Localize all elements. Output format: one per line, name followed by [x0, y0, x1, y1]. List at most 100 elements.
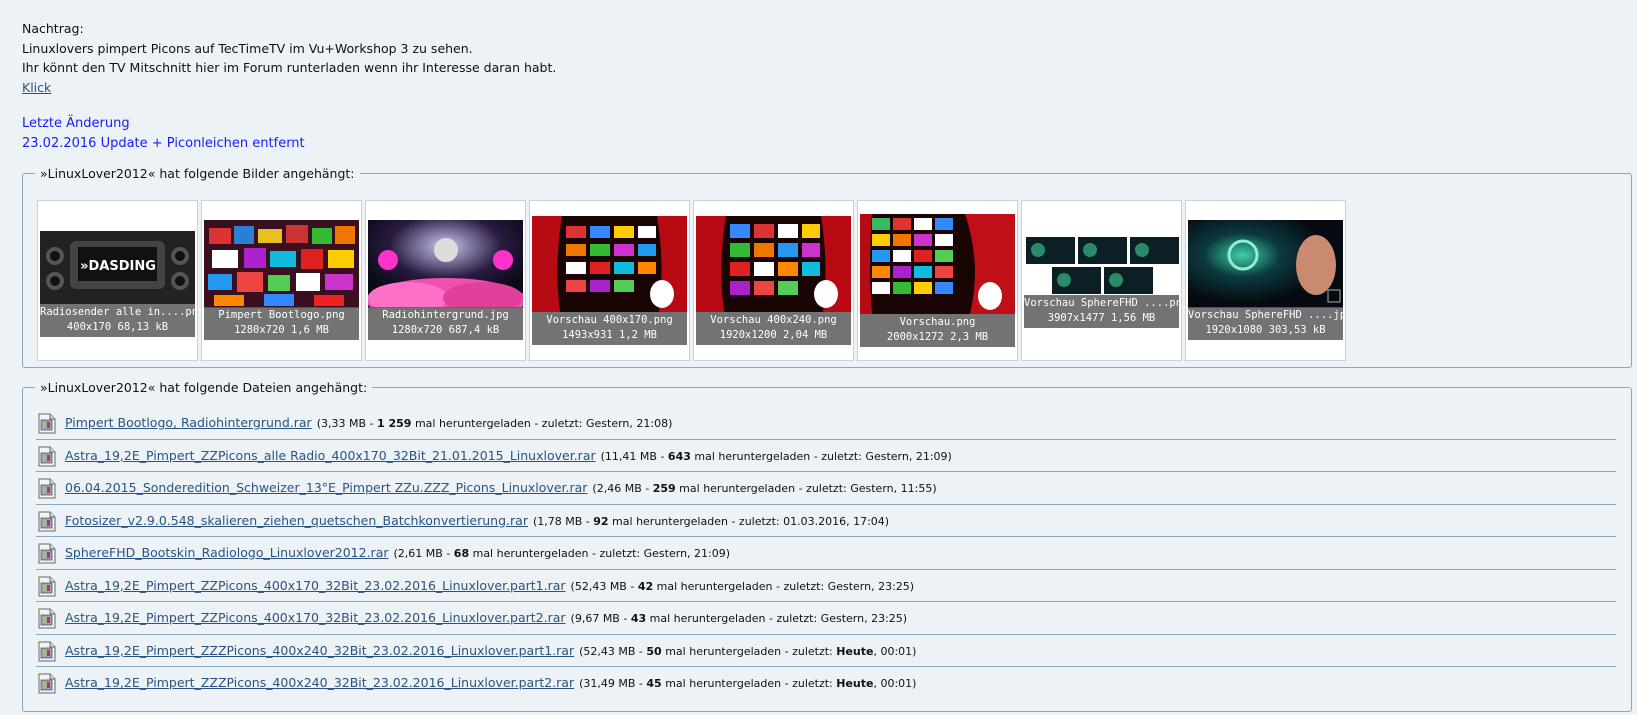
thumbnail-info: 2000x1272 2,3 MB: [886, 331, 989, 343]
last-download-day: Heute: [836, 644, 874, 658]
last-download-day: Heute: [836, 677, 874, 690]
download-text: mal heruntergeladen - zuletzt:: [411, 417, 586, 430]
file-download-link[interactable]: Astra_19,2E_Pimpert_ZZPicons_400x170_32B…: [65, 578, 566, 593]
file-download-link[interactable]: Astra_19,2E_Pimpert_ZZPicons_400x170_32B…: [65, 610, 566, 625]
file-row: Pimpert Bootlogo, Radiohintergrund.rar (3…: [36, 407, 1616, 440]
post-message: Nachtrag: Linuxlovers pimpert Picons auf…: [22, 19, 556, 153]
thumbnail-image: »DASDING: [40, 231, 195, 304]
thumbnail-caption: Radiosender alle in....png 400x170 68,13…: [40, 304, 195, 337]
thumbnail-filename: Radiosender alle in....png: [40, 306, 195, 318]
last-download-time: , 00:01: [873, 677, 913, 690]
image-thumbnail[interactable]: Radiohintergrund.jpg 1280x720 687,4 kB: [365, 200, 526, 361]
rar-file-icon: [38, 413, 56, 434]
thumbnail-image: [532, 216, 687, 312]
image-thumbnail[interactable]: Pimpert Bootlogo.png 1280x720 1,6 MB: [201, 200, 362, 361]
file-meta: (2,61 MB - 68 mal heruntergeladen - zule…: [393, 547, 731, 560]
thumbnail-filename: Vorschau 400x170.png: [546, 314, 673, 326]
file-row: Astra_19,2E_Pimpert_ZZPicons_alle Radio_…: [36, 440, 1616, 472]
post-line: Ihr könnt den TV Mitschnitt hier im Foru…: [22, 60, 557, 75]
file-download-link[interactable]: Astra_19,2E_Pimpert_ZZZPicons_400x240_32…: [65, 675, 574, 690]
file-download-link[interactable]: Pimpert Bootlogo, Radiohintergrund.rar: [65, 415, 312, 430]
image-thumbnail[interactable]: Vorschau.png 2000x1272 2,3 MB: [857, 200, 1018, 361]
thumbnail-info: 1280x720 1,6 MB: [234, 324, 329, 336]
download-count: 92: [593, 514, 609, 528]
download-count: 68: [453, 547, 470, 560]
last-download-time: , 00:01: [873, 644, 913, 658]
file-row: Astra_19,2E_Pimpert_ZZPicons_400x170_32B…: [36, 602, 1616, 635]
file-list: Pimpert Bootlogo, Radiohintergrund.rar (3…: [36, 407, 1616, 700]
last-download-time: Gestern, 21:09: [865, 449, 948, 463]
last-download-time: 01.03.2016, 17:04: [783, 514, 885, 528]
file-download-link[interactable]: SphereFHD_Bootskin_Radiologo_Linuxlover2…: [65, 545, 389, 560]
image-thumbnail[interactable]: Vorschau 400x240.png 1920x1200 2,04 MB: [693, 200, 854, 361]
file-row: Astra_19,2E_Pimpert_ZZPicons_400x170_32B…: [36, 570, 1616, 602]
file-meta: (52,43 MB - 42 mal heruntergeladen - zul…: [570, 579, 915, 593]
download-text: mal heruntergeladen - zuletzt:: [675, 482, 851, 495]
file-size: 11,41 MB: [604, 449, 657, 463]
download-text: mal heruntergeladen - zuletzt:: [469, 547, 644, 560]
update-text: 23.02.2016 Update + Piconleichen entfern…: [22, 135, 305, 151]
rar-file-icon: [38, 478, 56, 499]
download-count: 42: [637, 579, 654, 593]
thumbnail-image: [368, 220, 523, 308]
download-count: 259: [652, 482, 676, 495]
thumbnail-info: 400x170 68,13 kB: [66, 321, 169, 333]
file-download-link[interactable]: Astra_19,2E_Pimpert_ZZPicons_alle Radio_…: [65, 448, 596, 463]
download-text: mal heruntergeladen - zuletzt:: [608, 514, 784, 528]
file-size: 52,43 MB: [574, 579, 627, 593]
rar-file-icon: [38, 543, 56, 564]
thumbnail-caption: Vorschau 400x240.png 1920x1200 2,04 MB: [696, 312, 851, 345]
file-download-link[interactable]: Astra_19,2E_Pimpert_ZZZPicons_400x240_32…: [65, 643, 574, 658]
file-row: SphereFHD_Bootskin_Radiologo_Linuxlover2…: [36, 537, 1616, 570]
thumbnail-caption: Vorschau SphereFHD ....png 3907x1477 1,5…: [1024, 295, 1179, 328]
file-attachments-legend: »LinuxLover2012« hat folgende Dateien an…: [40, 380, 368, 395]
file-download-link[interactable]: 06.04.2015_Sonderedition_Schweizer_13°E_…: [65, 480, 587, 495]
last-download-time: Gestern, 23:25: [820, 612, 903, 625]
last-download-time: Gestern, 21:09: [643, 547, 726, 560]
forum-post: Nachtrag: Linuxlovers pimpert Picons auf…: [0, 0, 1637, 715]
thumbnail-filename: Vorschau.png: [899, 316, 976, 328]
last-download-time: Gestern, 23:25: [827, 579, 910, 593]
image-thumbnail[interactable]: Vorschau 400x170.png 1493x931 1,2 MB: [529, 200, 690, 361]
thumbnail-caption: Vorschau.png 2000x1272 2,3 MB: [860, 314, 1015, 347]
file-size: 2,61 MB: [397, 547, 443, 560]
file-download-link[interactable]: Fotosizer_v2.9.0.548_skalieren_ziehen_qu…: [65, 513, 528, 528]
thumbnail-info: 1920x1200 2,04 MB: [719, 329, 828, 341]
thumbnail-image: [1188, 220, 1343, 308]
rar-file-icon: [38, 673, 56, 694]
last-download-time: Gestern, 21:08: [585, 417, 669, 430]
update-title: Letzte Änderung: [22, 116, 130, 131]
image-thumbnail[interactable]: Vorschau SphereFHD ....png 3907x1477 1,5…: [1021, 200, 1182, 361]
klick-link[interactable]: Klick: [22, 80, 51, 95]
thumbnail-image: [860, 214, 1015, 314]
thumbnail-image: [1024, 236, 1179, 295]
thumbnail-info: 1280x720 687,4 kB: [391, 324, 500, 336]
download-count: 50: [646, 644, 662, 658]
file-meta: (52,43 MB - 50 mal heruntergeladen - zul…: [579, 644, 917, 658]
download-count: 45: [646, 677, 662, 690]
thumbnail-filename: Vorschau SphereFHD ....png: [1024, 297, 1179, 309]
thumbnail-filename: Vorschau 400x240.png: [710, 314, 837, 326]
last-download-time: Gestern, 11:55: [850, 482, 933, 495]
download-count: 43: [630, 612, 647, 625]
file-attachments-box: »LinuxLover2012« hat folgende Dateien an…: [22, 380, 1632, 712]
file-meta: (2,46 MB - 259 mal heruntergeladen - zul…: [592, 482, 937, 495]
thumbnail-image: [696, 216, 851, 312]
file-size: 1,78 MB: [537, 514, 583, 528]
download-text: mal heruntergeladen - zuletzt:: [646, 612, 821, 625]
download-text: mal heruntergeladen - zuletzt:: [653, 579, 828, 593]
file-row: 06.04.2015_Sonderedition_Schweizer_13°E_…: [36, 472, 1616, 505]
file-row: Fotosizer_v2.9.0.548_skalieren_ziehen_qu…: [36, 505, 1616, 537]
image-thumbnail[interactable]: Vorschau SphereFHD ....jpg 1920x1080 303…: [1185, 200, 1346, 361]
rar-file-icon: [38, 641, 56, 662]
file-size: 9,67 MB: [574, 612, 620, 625]
thumbnail-info: 1920x1080 303,53 kB: [1205, 324, 1326, 336]
thumbnail-caption: Vorschau SphereFHD ....jpg 1920x1080 303…: [1188, 307, 1343, 340]
rar-file-icon: [38, 576, 56, 597]
file-size: 52,43 MB: [583, 644, 636, 658]
file-row: Astra_19,2E_Pimpert_ZZZPicons_400x240_32…: [36, 635, 1616, 667]
file-meta: (1,78 MB - 92 mal heruntergeladen - zule…: [532, 514, 890, 528]
image-thumbnail[interactable]: »DASDING Radiosender alle in....png 400x…: [37, 200, 198, 361]
file-size: 31,49 MB: [583, 677, 636, 690]
thumbnail-caption: Pimpert Bootlogo.png 1280x720 1,6 MB: [204, 307, 359, 340]
